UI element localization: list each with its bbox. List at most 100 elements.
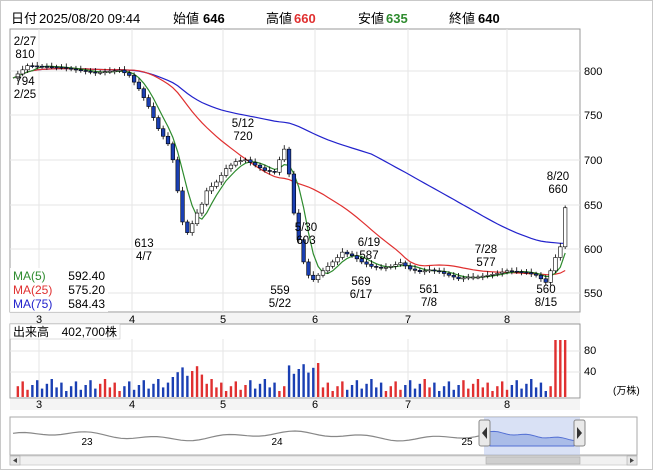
- volume-bar: [399, 389, 402, 397]
- volume-bar: [544, 391, 547, 397]
- candle-body: [35, 65, 40, 68]
- candle-body: [161, 128, 166, 137]
- candle-body: [49, 66, 54, 68]
- volume-bar: [394, 381, 397, 397]
- volume-bar: [292, 373, 296, 397]
- month-axis-bg: [10, 313, 580, 324]
- volume-bar: [423, 379, 426, 397]
- annotation-may30: 603: [296, 235, 315, 247]
- candle-body: [277, 159, 282, 173]
- ma5-label: MA(5): [13, 269, 46, 283]
- candle-body: [403, 262, 408, 267]
- annotation-may22: 559: [270, 285, 289, 297]
- candle-body: [466, 276, 471, 279]
- volume-bar: [205, 383, 208, 397]
- volume-bar: [341, 381, 344, 397]
- volume-bar: [404, 385, 407, 397]
- volume-bar: [31, 385, 34, 397]
- navigator-left-handle[interactable]: [478, 419, 491, 447]
- volume-bar: [375, 387, 378, 397]
- ma-legend: MA(5) 592.40 MA(25) 575.20 MA(75) 584.43: [10, 268, 108, 312]
- candle-body: [427, 269, 432, 272]
- candle-body: [54, 66, 59, 69]
- candle-body: [175, 159, 180, 192]
- volume-bar: [210, 379, 213, 397]
- volume-bar: [132, 389, 136, 397]
- volume-bar: [220, 382, 223, 397]
- volume-bar: [365, 383, 368, 397]
- annotation-may12: 720: [233, 131, 252, 143]
- volume-bar: [530, 379, 533, 397]
- volume-bar: [98, 383, 102, 397]
- candle-body: [214, 181, 219, 187]
- volume-bar: [510, 385, 514, 397]
- candle-body: [417, 270, 422, 272]
- annotation-aug20: 8/20: [547, 171, 569, 183]
- volume-bar: [79, 389, 83, 397]
- annotation-apr7: 4/7: [136, 251, 152, 263]
- volume-bar: [563, 340, 567, 397]
- volume-bar: [195, 366, 199, 397]
- volume-bar: [263, 379, 267, 397]
- volume-bar: [16, 386, 20, 397]
- low-value: 635: [386, 11, 408, 26]
- stock-chart-svg: 日付 2025/08/20 09:44 始値 646 高値 660 安値 635…: [9, 11, 640, 466]
- candle-body: [233, 161, 238, 166]
- price-tick-700: 700: [584, 155, 602, 167]
- volume-bar: [384, 391, 388, 397]
- volume-bar: [457, 385, 460, 397]
- scrollbar-thumb[interactable]: [485, 456, 581, 465]
- datetime-label: 日付: [11, 11, 37, 26]
- price-tick-550: 550: [584, 288, 602, 300]
- candle-body: [529, 272, 534, 275]
- volume-bar: [253, 388, 257, 397]
- volume-bar: [418, 383, 422, 397]
- candle-body: [272, 171, 277, 173]
- volume-tick-40: 40: [584, 366, 596, 378]
- volume-bar: [113, 382, 116, 397]
- volume-bar: [491, 391, 494, 397]
- candle-body: [112, 70, 117, 72]
- annotation-jun19: 587: [359, 250, 378, 262]
- volume-bar: [462, 380, 465, 397]
- navigator-right-handle[interactable]: [573, 419, 586, 447]
- candle-body: [340, 251, 345, 258]
- volume-bar: [476, 379, 480, 397]
- volume-bar: [452, 389, 455, 397]
- annotation-aug15: 8/15: [535, 297, 557, 309]
- candle-body: [524, 271, 529, 274]
- annotation-apr7: 613: [134, 238, 153, 250]
- volume-value: 402,700株: [62, 324, 117, 339]
- candle-body: [127, 72, 132, 76]
- candle-body: [533, 273, 539, 276]
- candle-body: [238, 160, 243, 162]
- candle-body: [538, 274, 544, 280]
- candle-body: [393, 264, 398, 267]
- close-label: 終値: [449, 11, 475, 26]
- volume-bar: [108, 387, 112, 397]
- volume-bar: [307, 372, 310, 397]
- candle-body: [374, 266, 379, 268]
- price-tick-600: 600: [584, 244, 602, 256]
- candle-body: [194, 212, 200, 225]
- navigator-scrollbar[interactable]: [9, 455, 638, 466]
- candle-body: [253, 162, 258, 166]
- candle-body: [180, 190, 185, 223]
- month-label-4: 4: [129, 399, 135, 411]
- candle-body: [156, 117, 161, 130]
- range-navigator[interactable]: 23 24 25: [9, 416, 638, 456]
- annotation-may12: 5/12: [232, 118, 254, 130]
- volume-bar: [350, 385, 354, 397]
- volume-bar: [326, 382, 330, 397]
- candle-body: [204, 190, 209, 205]
- volume-bar: [500, 381, 504, 397]
- volume-bar: [471, 383, 475, 397]
- candle-body: [485, 274, 490, 277]
- candle-body: [422, 270, 427, 273]
- candle-body: [519, 271, 524, 273]
- volume-unit: (万株): [613, 384, 640, 397]
- volume-bar: [360, 388, 363, 397]
- candle-body: [480, 275, 485, 278]
- month-axis-bg: [10, 399, 580, 410]
- candle-body: [286, 148, 292, 175]
